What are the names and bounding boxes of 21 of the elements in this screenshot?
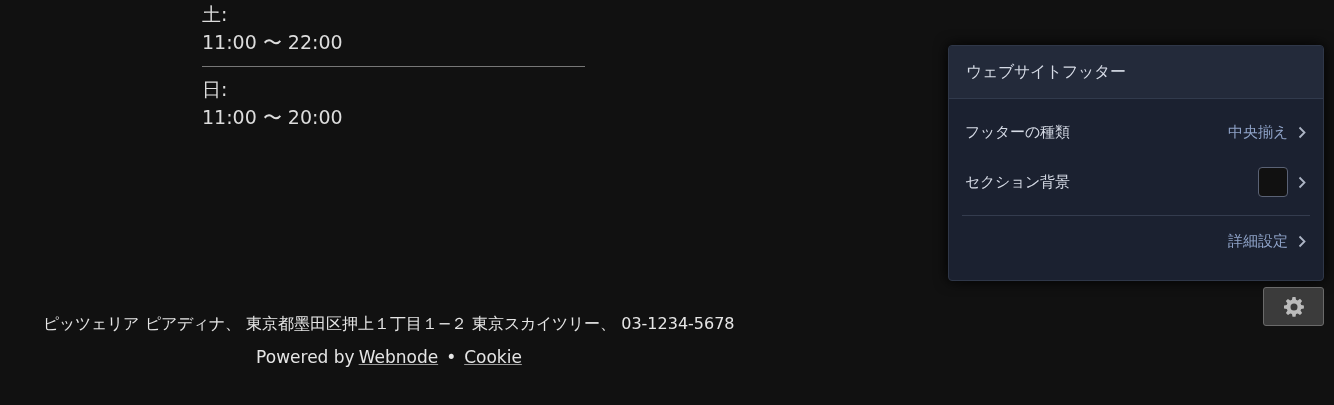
panel-title: ウェブサイトフッター xyxy=(966,61,1126,83)
separator-dot: • xyxy=(446,347,457,367)
advanced-settings-link[interactable]: 詳細設定 xyxy=(1228,231,1288,251)
hours-text: 11:00 〜 22:00 xyxy=(202,30,343,55)
cookie-link[interactable]: Cookie xyxy=(464,347,522,367)
powered-by-text: Powered by xyxy=(256,347,355,367)
webnode-link[interactable]: Webnode xyxy=(358,347,439,367)
chevron-icon xyxy=(1298,234,1306,248)
address-text: ピッツェリア ピアディナ、 東京都墨田区押上１丁目１−２ 東京スカイツリー、 03-1234-5678 xyxy=(43,314,735,333)
settings-button[interactable] xyxy=(1263,287,1324,326)
settings-icon xyxy=(1283,296,1304,317)
day-label: 土: xyxy=(202,2,228,27)
day-label: 日: xyxy=(202,77,228,102)
row-label: フッターの種類 xyxy=(965,122,1070,142)
chevron-icon xyxy=(1298,125,1306,139)
row-value: 中央揃え xyxy=(1228,122,1288,142)
row-label: セクション背景 xyxy=(965,172,1070,192)
settings-row[interactable]: セクション背景 xyxy=(962,157,1310,207)
settings-row[interactable]: フッターの種類 中央揃え xyxy=(962,107,1310,157)
chevron-icon xyxy=(1298,175,1306,189)
hours-text: 11:00 〜 20:00 xyxy=(202,105,343,130)
